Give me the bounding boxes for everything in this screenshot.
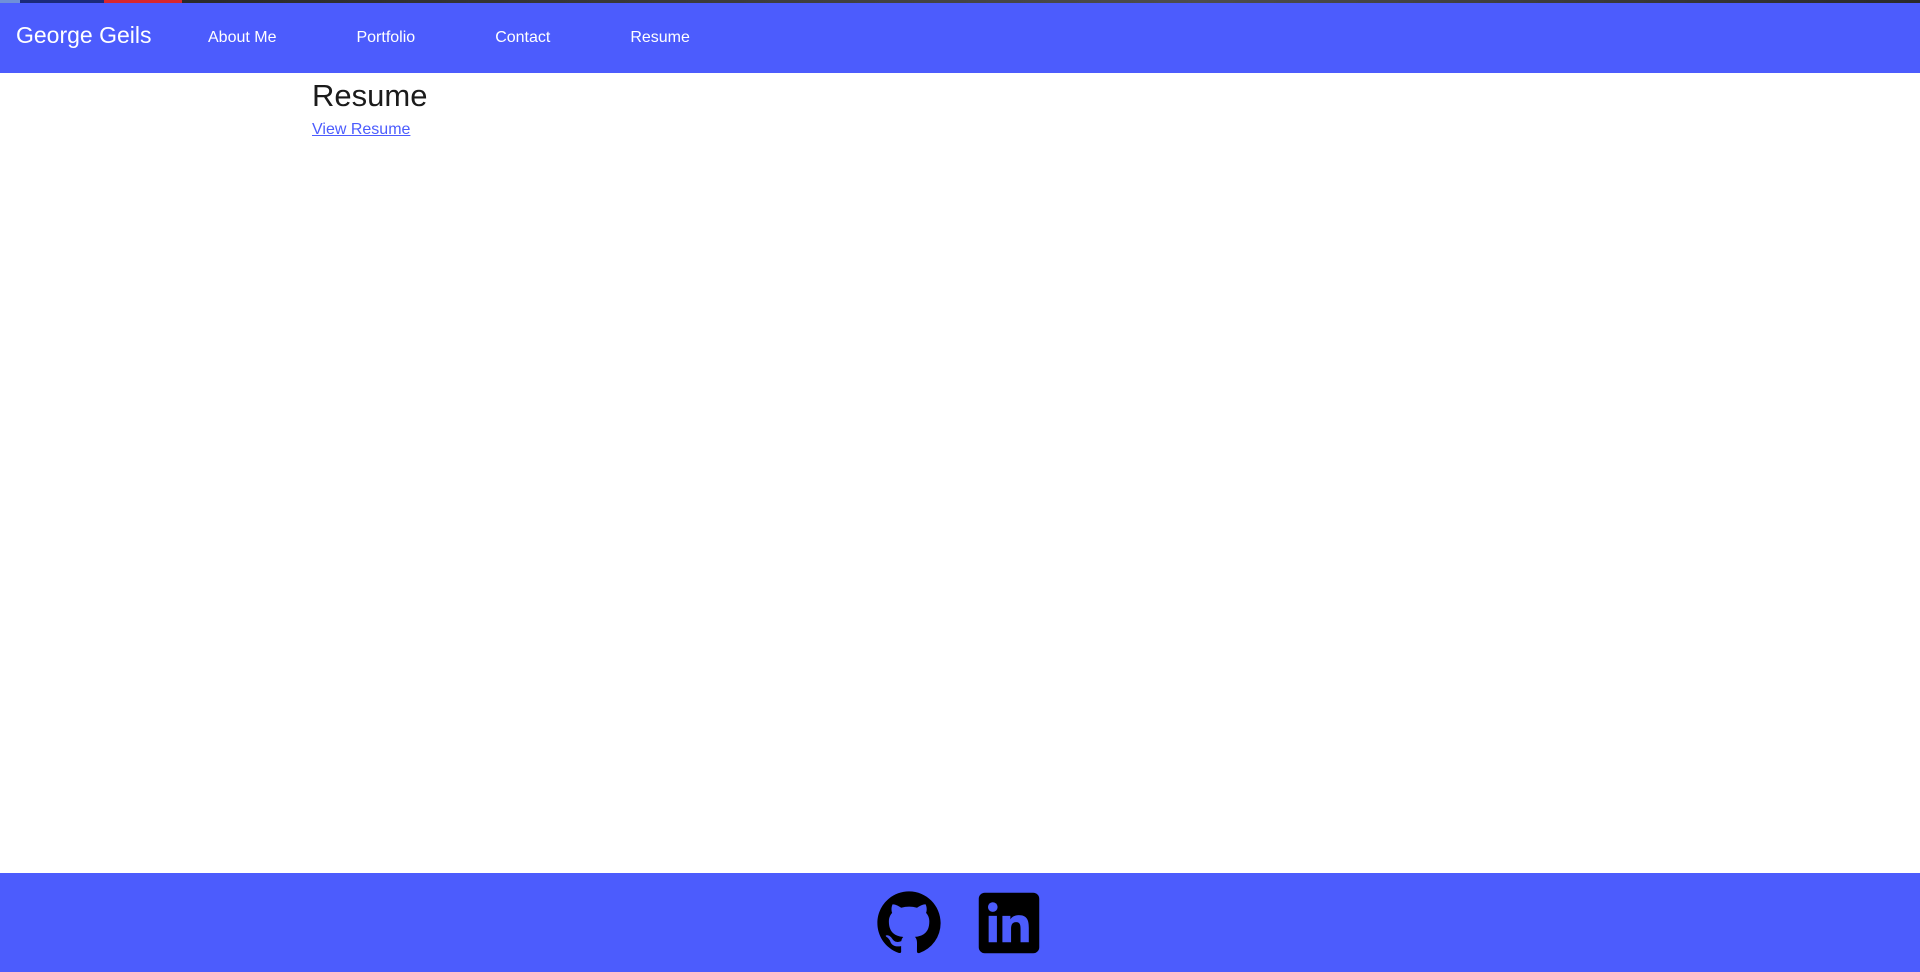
main-content: Resume View Resume (312, 73, 427, 140)
footer (0, 873, 1920, 972)
brand-link[interactable]: George Geils (16, 21, 152, 49)
nav-link-contact[interactable]: Contact (477, 28, 568, 48)
nav-link-about-me[interactable]: About Me (190, 28, 294, 48)
nav-link-resume[interactable]: Resume (612, 28, 708, 48)
linkedin-link[interactable] (976, 890, 1042, 956)
github-link[interactable] (876, 890, 942, 956)
page-title: Resume (312, 78, 428, 113)
view-resume-link[interactable]: View Resume (312, 120, 410, 140)
page: George Geils About Me Portfolio Contact … (0, 0, 1920, 972)
linkedin-icon (978, 892, 1040, 954)
github-icon (877, 891, 941, 954)
social-links (876, 890, 1076, 956)
nav-link-portfolio[interactable]: Portfolio (338, 28, 433, 48)
navbar: George Geils About Me Portfolio Contact … (0, 3, 1920, 73)
nav-links: About Me Portfolio Contact Resume (190, 28, 752, 48)
